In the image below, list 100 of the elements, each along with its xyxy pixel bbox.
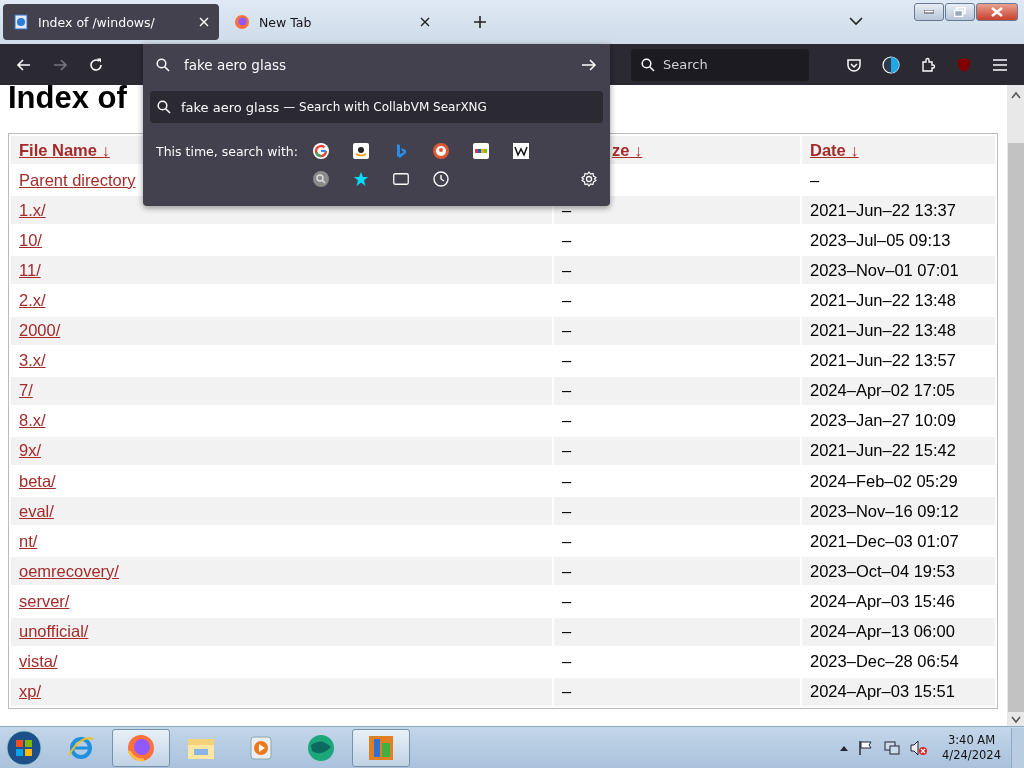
date-cell: 2023–Jan–27 10:09 [810, 411, 956, 430]
directory-link[interactable]: eval/ [19, 501, 54, 520]
google-icon[interactable] [313, 143, 329, 159]
go-arrow-icon[interactable] [581, 57, 597, 72]
searx-icon[interactable] [313, 171, 329, 187]
account-icon[interactable] [882, 55, 900, 74]
column-header-link[interactable]: ze ↓ [612, 140, 643, 159]
globe-icon [306, 732, 336, 763]
close-icon [991, 7, 1003, 17]
duck-icon[interactable] [433, 143, 449, 159]
new-tab-icon[interactable] [473, 15, 487, 29]
date-cell: 2023–Nov–01 07:01 [810, 260, 959, 279]
date-cell: 2021–Jun–22 13:48 [810, 321, 956, 340]
directory-link[interactable]: vista/ [19, 652, 58, 671]
tab-title: Index of /windows/ [38, 14, 156, 30]
size-cell: – [562, 531, 572, 550]
taskbar-app[interactable] [352, 728, 410, 767]
directory-link[interactable]: 2.x/ [19, 291, 46, 309]
network-icon[interactable] [884, 739, 901, 756]
directory-link[interactable]: xp/ [19, 682, 41, 701]
amazon-icon[interactable] [353, 143, 369, 159]
date-cell: 2023–Jul–05 09:13 [810, 230, 951, 249]
directory-link[interactable]: 9x/ [19, 441, 41, 460]
search-icon [157, 100, 171, 114]
restore-icon [954, 7, 966, 17]
reload-icon[interactable] [88, 56, 104, 73]
size-cell: – [562, 321, 572, 340]
size-cell: – [562, 441, 572, 460]
page-icon [13, 14, 29, 30]
minimize-icon [924, 10, 934, 14]
size-cell: – [562, 622, 572, 641]
directory-link[interactable]: nt/ [19, 531, 38, 550]
ebay-icon[interactable] [473, 143, 489, 159]
directory-link[interactable]: 3.x/ [19, 351, 46, 370]
size-cell: – [562, 652, 572, 671]
browser-tab[interactable]: Index of /windows/ [3, 4, 219, 40]
date-cell: 2024–Apr–02 17:05 [810, 381, 955, 400]
date-cell: 2024–Apr–13 06:00 [810, 622, 955, 641]
date-cell: 2021–Jun–22 13:57 [810, 351, 956, 370]
pocket-icon[interactable] [846, 56, 862, 73]
date-cell: – [810, 170, 820, 189]
date-cell: 2021–Jun–22 13:48 [810, 291, 956, 309]
scroll-down-icon[interactable] [1010, 716, 1021, 724]
size-cell: – [562, 682, 572, 701]
search-suggestion[interactable]: fake aero glass — Search with CollabVM SearXNG [150, 91, 603, 123]
page-heading: Index of [8, 79, 127, 117]
flag-icon[interactable] [858, 739, 875, 756]
search-icon [156, 57, 170, 72]
directory-link[interactable]: 8.x/ [19, 411, 46, 430]
browser-tab[interactable]: New Tab [224, 4, 440, 40]
minimize-button[interactable] [914, 3, 944, 21]
directory-link[interactable]: 10/ [19, 230, 42, 249]
size-cell: – [562, 501, 572, 520]
directory-link[interactable]: server/ [19, 591, 70, 610]
directory-link[interactable]: oemrecovery/ [19, 561, 119, 580]
size-cell: – [562, 591, 572, 610]
directory-link[interactable]: Parent directory [19, 170, 136, 189]
one-offs-label: This time, search with: [156, 144, 299, 159]
tabs-icon[interactable] [393, 173, 409, 185]
directory-link[interactable]: 7/ [19, 381, 33, 400]
scrollbar[interactable] [1007, 85, 1024, 726]
date-cell: 2021–Dec–03 01:07 [810, 531, 959, 550]
size-cell: – [562, 411, 572, 430]
muted-speaker-icon[interactable] [910, 739, 929, 756]
clock-icon[interactable] [433, 171, 449, 187]
wikipedia-icon[interactable] [513, 143, 529, 159]
taskbar-app[interactable] [112, 728, 170, 767]
menu-icon[interactable] [992, 57, 1008, 72]
tray-expand-icon[interactable] [840, 744, 849, 751]
back-icon[interactable] [16, 56, 32, 73]
close-icon[interactable] [420, 17, 430, 27]
date-cell: 2021–Jun–22 15:42 [810, 441, 956, 460]
directory-link[interactable]: 1.x/ [19, 200, 46, 219]
size-cell: – [562, 381, 572, 400]
firefox-icon [126, 732, 156, 763]
directory-link[interactable]: 2000/ [19, 321, 61, 340]
address-field[interactable]: fake aero glass [182, 55, 569, 74]
size-cell: – [562, 291, 572, 309]
close-button[interactable] [976, 3, 1018, 21]
start-button[interactable] [6, 729, 42, 766]
date-cell: 2023–Nov–16 09:12 [810, 501, 959, 520]
size-cell: – [562, 351, 572, 370]
settings-icon[interactable] [581, 171, 597, 187]
size-cell: – [562, 561, 572, 580]
column-header-link[interactable]: Date ↓ [810, 140, 859, 159]
date-cell: 2024–Feb–02 05:29 [810, 471, 958, 490]
puzzle-icon[interactable] [920, 56, 936, 73]
column-header-link[interactable]: File Name ↓ [19, 140, 110, 159]
date-cell: 2023–Dec–28 06:54 [810, 652, 959, 671]
restore-button[interactable] [945, 3, 975, 21]
directory-link[interactable]: unofficial/ [19, 622, 89, 641]
star-icon[interactable] [353, 171, 369, 187]
directory-link[interactable]: 11/ [19, 260, 41, 279]
search-field[interactable]: Search [631, 48, 809, 81]
scroll-up-icon[interactable] [1010, 91, 1021, 99]
date-cell: 2024–Apr–03 15:46 [810, 591, 955, 610]
directory-link[interactable]: beta/ [19, 471, 56, 490]
clock[interactable]: 3:40 AM 4/24/2024 [942, 732, 1001, 763]
size-cell: – [562, 471, 572, 490]
chevron-down-icon[interactable] [849, 16, 863, 26]
